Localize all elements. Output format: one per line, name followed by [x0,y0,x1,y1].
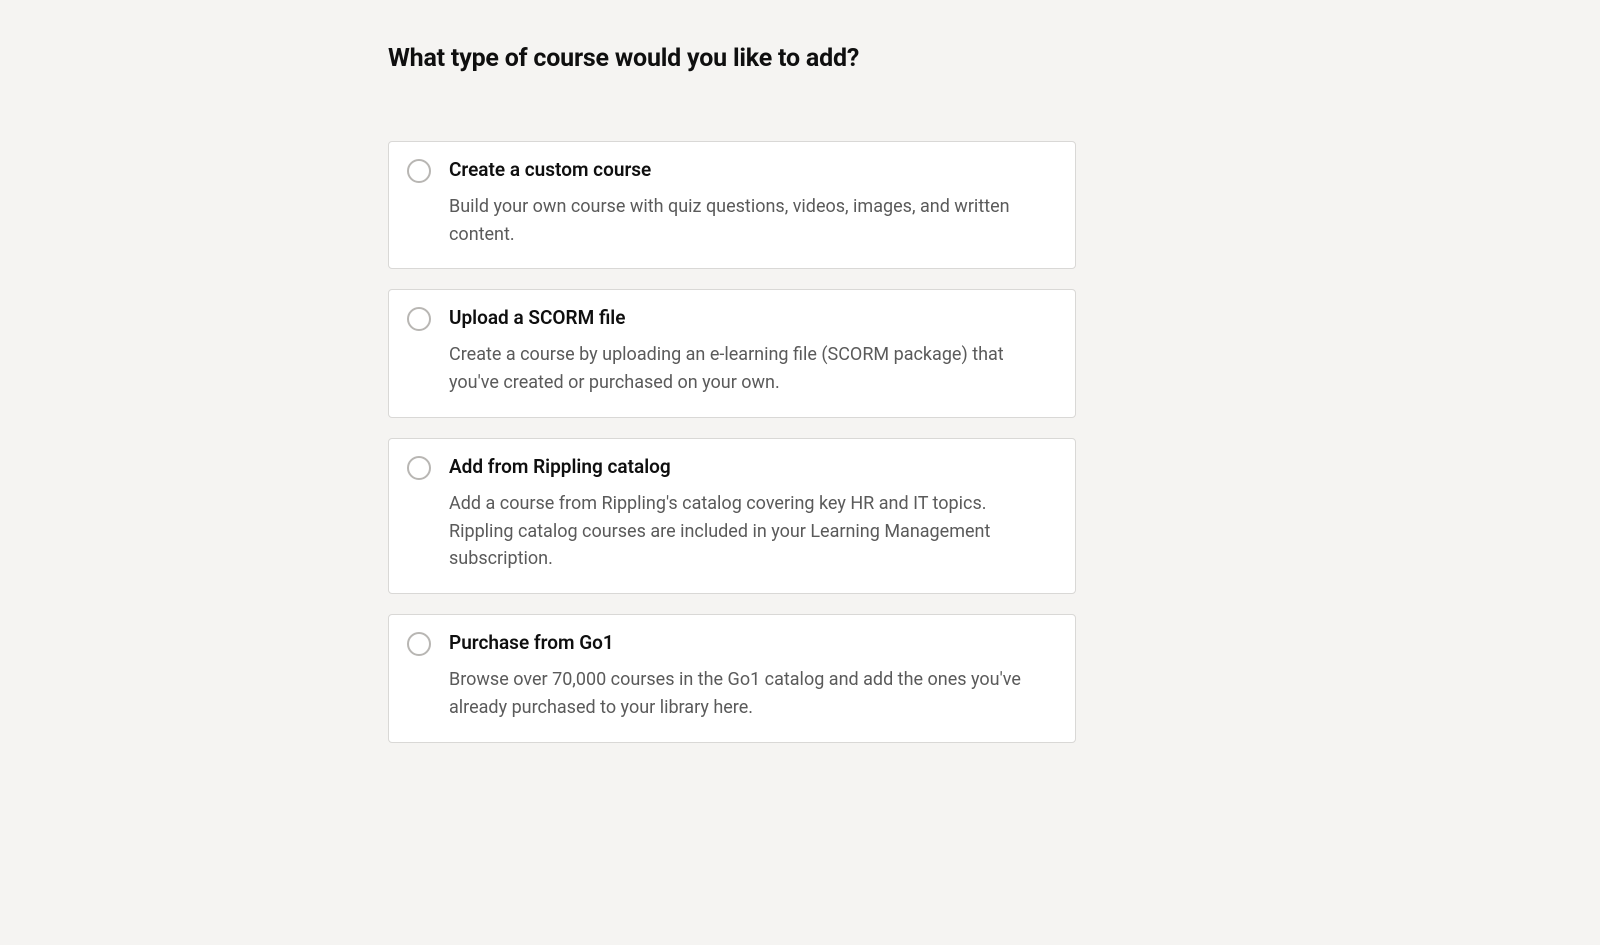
option-content: Upload a SCORM file Create a course by u… [449,306,1039,396]
option-create-custom-course[interactable]: Create a custom course Build your own co… [388,141,1076,269]
option-title: Create a custom course [449,158,1039,183]
option-content: Purchase from Go1 Browse over 70,000 cou… [449,631,1039,721]
radio-icon[interactable] [407,307,431,331]
radio-icon[interactable] [407,159,431,183]
radio-icon[interactable] [407,456,431,480]
option-content: Add from Rippling catalog Add a course f… [449,455,1039,573]
options-list: Create a custom course Build your own co… [388,141,1076,743]
option-upload-scorm[interactable]: Upload a SCORM file Create a course by u… [388,289,1076,417]
option-title: Purchase from Go1 [449,631,1039,656]
option-title: Add from Rippling catalog [449,455,1039,480]
option-description: Browse over 70,000 courses in the Go1 ca… [449,666,1039,722]
radio-icon[interactable] [407,632,431,656]
option-description: Build your own course with quiz question… [449,193,1039,249]
option-description: Add a course from Rippling's catalog cov… [449,490,1039,574]
page-heading: What type of course would you like to ad… [388,44,1600,73]
option-description: Create a course by uploading an e-learni… [449,341,1039,397]
option-purchase-from-go1[interactable]: Purchase from Go1 Browse over 70,000 cou… [388,614,1076,742]
option-add-from-rippling-catalog[interactable]: Add from Rippling catalog Add a course f… [388,438,1076,594]
option-content: Create a custom course Build your own co… [449,158,1039,248]
option-title: Upload a SCORM file [449,306,1039,331]
course-type-selector: What type of course would you like to ad… [0,0,1600,743]
